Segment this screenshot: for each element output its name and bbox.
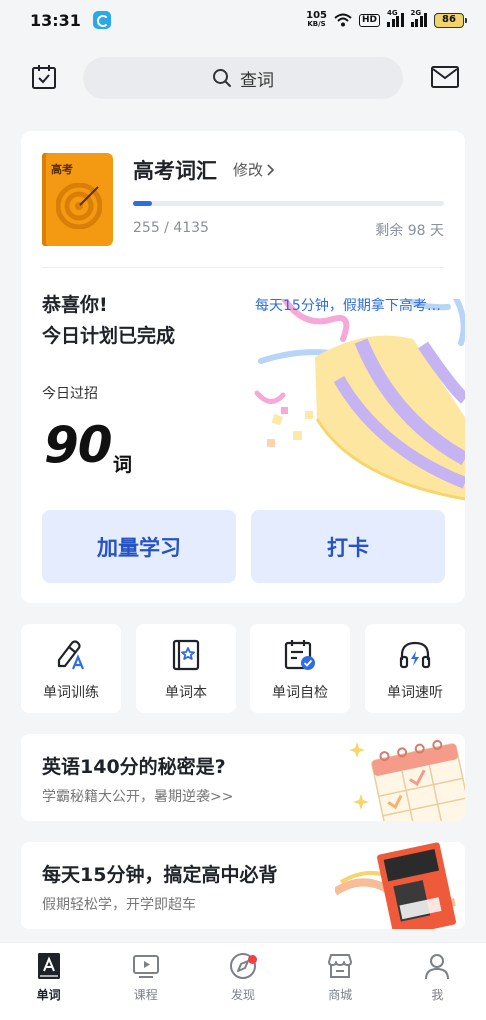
nav-courses[interactable]: 课程 (97, 943, 194, 1020)
study-more-button[interactable]: 加量学习 (42, 510, 236, 583)
status-time: 13:31 (30, 10, 81, 30)
days-left: 剩余 98 天 (375, 223, 444, 239)
banner-title: 英语140分的秘密是? (42, 756, 226, 778)
person-icon (425, 954, 450, 980)
tool-label: 单词自检 (272, 685, 328, 701)
bottom-nav: 单词 课程 发现 商城 我 (0, 942, 486, 1020)
mail-icon[interactable] (431, 66, 459, 88)
book-cover-label: 高考 (51, 163, 73, 176)
hd-badge: HD (358, 13, 380, 27)
study-plan-card: 高考 高考词汇 修改 255 / 4135 剩余 98 天 恭喜你! 今日计划已… (21, 131, 465, 603)
today-unit: 词 (113, 454, 133, 476)
status-bar: 13:31 105 KB/S HD 4G 2G 86 (0, 0, 486, 40)
promo-link[interactable]: 每天15分钟，假期拿下高考词汇 (255, 295, 443, 315)
tool-word-training[interactable]: 单词训练 (21, 624, 121, 713)
tool-label: 单词训练 (43, 685, 99, 701)
progress-fill (133, 201, 153, 206)
nav-me[interactable]: 我 (389, 943, 486, 1020)
edit-book-link[interactable]: 修改 (233, 159, 275, 180)
wifi-icon (334, 13, 352, 27)
status-indicators: 105 KB/S HD 4G 2G 86 (306, 9, 467, 29)
tool-quick-listen[interactable]: 单词速听 (365, 624, 465, 713)
nav-label: 发现 (231, 988, 256, 1002)
book-cover[interactable]: 高考 (42, 153, 113, 246)
congrats-message: 恭喜你! 今日计划已完成 (42, 294, 176, 347)
calendar-check-icon[interactable] (31, 64, 57, 90)
banner-title: 每天15分钟，搞定高中必背 (42, 864, 278, 886)
word-book-icon (37, 953, 60, 979)
pencil-a-icon (57, 640, 85, 670)
progress-bar (133, 201, 444, 206)
store-icon (328, 954, 353, 978)
signal-icon-2: 2G (410, 9, 427, 27)
divider (42, 267, 444, 268)
banner-subtitle: 假期轻松学，开学即超车 (42, 897, 196, 913)
nav-label: 课程 (133, 988, 158, 1002)
search-label: 查词 (240, 70, 274, 91)
calendar-check-icon (284, 640, 315, 670)
top-bar: 查词 (0, 56, 486, 100)
headphones-bolt-icon (399, 641, 431, 669)
search-icon (213, 69, 231, 87)
app-notification-icon (92, 11, 111, 29)
chevron-right-icon (267, 163, 275, 176)
signal-icon: 4G (387, 9, 404, 27)
battery-icon: 86 (434, 12, 467, 28)
book-illustration (335, 842, 457, 929)
party-popper-illustration (254, 299, 465, 501)
tool-word-book[interactable]: 单词本 (136, 624, 236, 713)
nav-label: 我 (431, 988, 444, 1002)
book-title[interactable]: 高考词汇 (133, 155, 217, 185)
banner-subtitle: 学霸秘籍大公开，暑期逆袭>> (42, 789, 234, 805)
banner-english-secret[interactable]: 英语140分的秘密是? 学霸秘籍大公开，暑期逆袭>> (21, 734, 465, 821)
today-word-count: 90 (44, 416, 113, 474)
network-speed: 105 KB/S (306, 10, 327, 29)
nav-label: 单词 (36, 988, 61, 1002)
check-in-button[interactable]: 打卡 (251, 510, 445, 583)
target-icon (56, 183, 102, 229)
nav-label: 商城 (328, 988, 353, 1002)
nav-discover[interactable]: 发现 (194, 943, 291, 1020)
nav-words[interactable]: 单词 (0, 943, 97, 1020)
banner-daily-15min[interactable]: 每天15分钟，搞定高中必背 假期轻松学，开学即超车 (21, 842, 465, 929)
video-play-icon (132, 955, 159, 978)
edit-label: 修改 (233, 161, 264, 179)
calendar-illustration (349, 739, 465, 821)
progress-count: 255 / 4135 (133, 220, 209, 236)
tool-label: 单词速听 (387, 685, 443, 701)
tool-self-check[interactable]: 单词自检 (250, 624, 350, 713)
star-book-icon (172, 639, 200, 671)
nav-store[interactable]: 商城 (292, 943, 389, 1020)
search-input[interactable]: 查词 (83, 57, 403, 99)
today-label: 今日过招 (42, 386, 98, 402)
tool-label: 单词本 (165, 685, 207, 701)
